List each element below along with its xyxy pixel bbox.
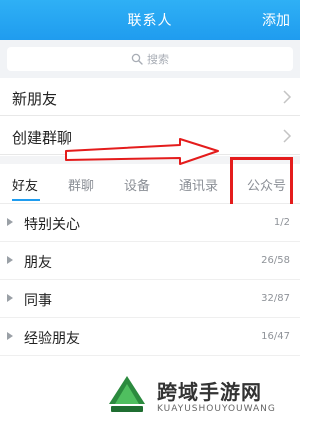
group-name: 特别关心 xyxy=(24,217,80,233)
new-friends-label: 新朋友 xyxy=(12,90,58,108)
group-name: 同事 xyxy=(24,293,52,309)
active-tab-indicator xyxy=(12,199,40,201)
friend-group-row[interactable]: 经验朋友 16/47 xyxy=(0,318,300,356)
search-icon xyxy=(131,53,143,65)
friend-group-row[interactable]: 特别关心 1/2 xyxy=(0,204,300,242)
search-bar: 搜索 xyxy=(0,40,300,78)
group-count: 16/47 xyxy=(261,331,290,342)
search-placeholder: 搜索 xyxy=(147,53,169,66)
friend-group-row[interactable]: 同事 32/87 xyxy=(0,280,300,318)
group-count: 26/58 xyxy=(261,255,290,266)
expand-triangle-icon xyxy=(7,256,13,264)
create-group-chat-row[interactable]: 创建群聊 xyxy=(0,117,300,155)
new-friends-row[interactable]: 新朋友 xyxy=(0,78,300,116)
tab-group-chats[interactable]: 群聊 xyxy=(68,175,94,194)
friend-group-row[interactable]: 朋友 26/58 xyxy=(0,242,300,280)
group-name: 朋友 xyxy=(24,255,52,271)
title-bar: 联系人 添加 xyxy=(0,0,300,40)
annotation-highlight-box xyxy=(230,157,293,208)
expand-triangle-icon xyxy=(7,294,13,302)
expand-triangle-icon xyxy=(7,218,13,226)
watermark: 跨域手游网 KUAYUSHOUYOUWANG xyxy=(105,372,300,427)
group-name: 经验朋友 xyxy=(24,331,80,347)
create-group-chat-label: 创建群聊 xyxy=(12,129,73,147)
page-title: 联系人 xyxy=(127,13,173,29)
search-input[interactable]: 搜索 xyxy=(7,47,293,71)
chevron-right-icon xyxy=(283,129,292,143)
tab-devices[interactable]: 设备 xyxy=(124,175,150,194)
group-count: 1/2 xyxy=(273,217,290,228)
watermark-subtitle: KUAYUSHOUYOUWANG xyxy=(157,404,276,414)
add-button[interactable]: 添加 xyxy=(262,10,290,30)
watermark-title: 跨域手游网 xyxy=(157,380,262,404)
tab-friends[interactable]: 好友 xyxy=(12,175,38,194)
tab-address-book[interactable]: 通讯录 xyxy=(179,175,218,194)
expand-triangle-icon xyxy=(7,332,13,340)
chevron-right-icon xyxy=(283,90,292,104)
watermark-logo-icon xyxy=(109,376,145,412)
group-count: 32/87 xyxy=(261,293,290,304)
